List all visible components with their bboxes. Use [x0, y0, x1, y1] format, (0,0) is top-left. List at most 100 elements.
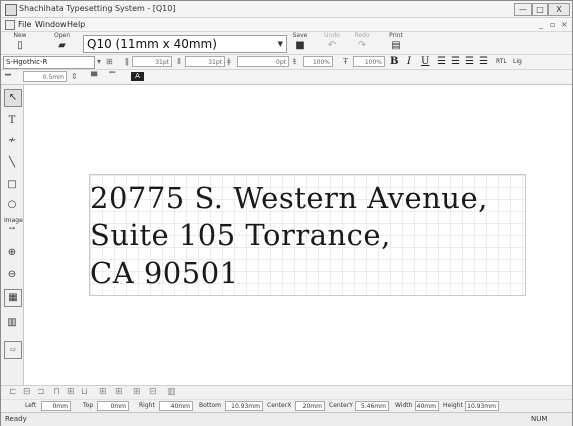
grid-toggle-icon[interactable]: ▦	[4, 289, 22, 307]
tool-palette: ↖ T ≁ ╲ □ ○ Image ⊶ ⊕ ⊖ ▦ ▥ ▭	[1, 85, 24, 385]
right-label: Right	[139, 402, 155, 409]
line-toolbar: ━ 0.5mm ⇕ ▀ ▔ A	[1, 70, 572, 85]
maximize-button[interactable]: □	[532, 3, 548, 16]
app-window: Shachihata Typesetting System - [Q10] — …	[0, 0, 573, 426]
text-wrap-icon[interactable]: ⊞	[106, 57, 113, 66]
height-percent-icon: Ŧ	[343, 57, 348, 66]
char-spacing-input[interactable]: 0pt	[237, 56, 289, 67]
child-close-button[interactable]: ×	[561, 20, 568, 29]
bold-button[interactable]: B	[390, 56, 398, 67]
address-line-3[interactable]: CA 90501	[90, 256, 239, 290]
menu-help[interactable]: Help	[67, 20, 85, 29]
template-select-value: Q10 (11mm x 40mm)	[87, 37, 217, 51]
address-line-2[interactable]: Suite 105 Torrance,	[90, 218, 391, 252]
font-select-value: S-Hgothic-R	[6, 58, 48, 66]
save-button[interactable]: Save ■	[287, 33, 313, 53]
align-left-icon[interactable]: ☰	[437, 56, 446, 67]
line-tool-icon[interactable]: ╲	[4, 155, 20, 171]
align-justify-icon[interactable]: ☰	[479, 56, 488, 67]
line-color-icon[interactable]: ▔	[109, 72, 115, 81]
undo-icon: ↶	[327, 40, 337, 51]
menu-file[interactable]: File	[18, 20, 31, 29]
rectangle-tool-icon[interactable]: □	[4, 177, 20, 193]
centery-input[interactable]: 5.46mm	[355, 401, 389, 411]
bottom-label: Bottom	[199, 402, 222, 409]
format-toolbar: S-Hgothic-R ▾ ⊞ ǁ 31pt Ⅱ 31pt ǂ 0pt ŧ 10…	[1, 55, 572, 70]
child-restore-button[interactable]: ▫	[550, 20, 555, 29]
char-height-input[interactable]: 31pt	[185, 56, 225, 67]
new-button[interactable]: New ▯	[7, 33, 33, 53]
text-color-icon[interactable]: A	[131, 72, 144, 81]
curved-text-tool-icon[interactable]: ≁	[4, 133, 20, 149]
width-percent-input[interactable]: 100%	[303, 56, 333, 67]
spin-arrows-icon[interactable]: ⇕	[71, 72, 78, 81]
italic-button[interactable]: I	[407, 56, 411, 67]
document-icon[interactable]	[5, 20, 15, 30]
rtl-button[interactable]: RTL	[496, 58, 507, 65]
font-dropdown-chevron-icon[interactable]: ▾	[97, 57, 101, 66]
height-input[interactable]: 10.93mm	[465, 401, 499, 411]
fill-color-icon[interactable]: ▀	[91, 72, 97, 81]
chevron-down-icon: ▼	[277, 40, 283, 48]
align-top-edges-icon[interactable]: ⊓	[53, 387, 60, 397]
app-icon	[5, 4, 17, 16]
save-disk-icon: ■	[295, 40, 305, 51]
top-input[interactable]: 0mm	[97, 401, 129, 411]
line-width-input[interactable]: 0.5mm	[23, 71, 67, 82]
ruler-toggle-icon[interactable]: ▥	[4, 315, 20, 331]
fit-to-label-icon[interactable]: ▥	[167, 387, 176, 397]
align-vertical-centers-icon[interactable]: ⊞	[67, 387, 75, 397]
text-height-icon: Ⅱ	[177, 57, 181, 66]
print-button[interactable]: Print ▤	[383, 33, 409, 53]
ellipse-tool-icon[interactable]: ○	[4, 197, 20, 213]
child-minimize-button[interactable]: _	[539, 20, 543, 29]
right-input[interactable]: 40mm	[159, 401, 193, 411]
num-lock-indicator: NUM	[531, 415, 548, 423]
undo-button[interactable]: Undo ↶	[319, 33, 345, 53]
close-button[interactable]: X	[548, 3, 570, 16]
menu-bar: File Window Help _ ▫ ×	[1, 18, 572, 32]
text-width-icon: ǁ	[125, 57, 129, 66]
align-bottom-edges-icon[interactable]: ⊔	[81, 387, 88, 397]
align-right-edges-icon[interactable]: ⊐	[37, 387, 45, 397]
ligature-button[interactable]: Lig	[513, 58, 522, 65]
image-tool-icon[interactable]: Image ⊶	[4, 217, 23, 233]
height-percent-input[interactable]: 100%	[353, 56, 385, 67]
center-on-page-icon[interactable]: ⊞	[133, 387, 141, 397]
template-select[interactable]: Q10 (11mm x 40mm) ▼	[83, 35, 287, 53]
new-document-icon: ▯	[17, 40, 23, 51]
address-line-1[interactable]: 20775 S. Western Avenue,	[90, 181, 488, 215]
width-input[interactable]: 40mm	[415, 401, 439, 411]
text-tool-icon[interactable]: T	[4, 113, 20, 129]
left-label: Left	[25, 402, 37, 409]
align-left-edges-icon[interactable]: ⊏	[9, 387, 17, 397]
align-horizontal-centers-icon[interactable]: ⊟	[23, 387, 31, 397]
align-right-icon[interactable]: ☰	[465, 56, 474, 67]
char-width-input[interactable]: 31pt	[132, 56, 172, 67]
menu-window[interactable]: Window	[35, 20, 67, 29]
centerx-input[interactable]: 20mm	[295, 401, 325, 411]
minimize-button[interactable]: —	[514, 3, 532, 16]
open-folder-icon: ▰	[58, 40, 66, 51]
bottom-input[interactable]: 10.93mm	[225, 401, 263, 411]
position-bar: Left 0mm Top 0mm Right 40mm Bottom 10.93…	[1, 399, 572, 413]
redo-button[interactable]: Redo ↷	[349, 33, 375, 53]
underline-button[interactable]: U	[421, 56, 429, 67]
left-input[interactable]: 0mm	[41, 401, 71, 411]
redo-icon: ↷	[357, 40, 367, 51]
distribute-horizontal-icon[interactable]: ⊞	[99, 387, 107, 397]
font-select[interactable]: S-Hgothic-R	[3, 56, 95, 69]
zoom-out-icon[interactable]: ⊖	[4, 267, 20, 283]
centerx-label: CenterX	[267, 402, 292, 409]
line-style-icon[interactable]: ━	[5, 70, 11, 81]
select-tool-icon[interactable]: ↖	[4, 89, 22, 107]
zoom-in-icon[interactable]: ⊕	[4, 245, 20, 261]
distribute-vertical-icon[interactable]: ⊞	[115, 387, 123, 397]
stamp-label[interactable]: 20775 S. Western Avenue, Suite 105 Torra…	[89, 174, 526, 296]
align-center-icon[interactable]: ☰	[451, 56, 460, 67]
border-toggle-icon[interactable]: ▭	[4, 341, 22, 359]
open-button[interactable]: Open ▰	[49, 33, 75, 53]
char-spacing-icon: ǂ	[227, 57, 231, 66]
same-size-icon[interactable]: ⊟	[149, 387, 157, 397]
centery-label: CenterY	[329, 402, 353, 409]
